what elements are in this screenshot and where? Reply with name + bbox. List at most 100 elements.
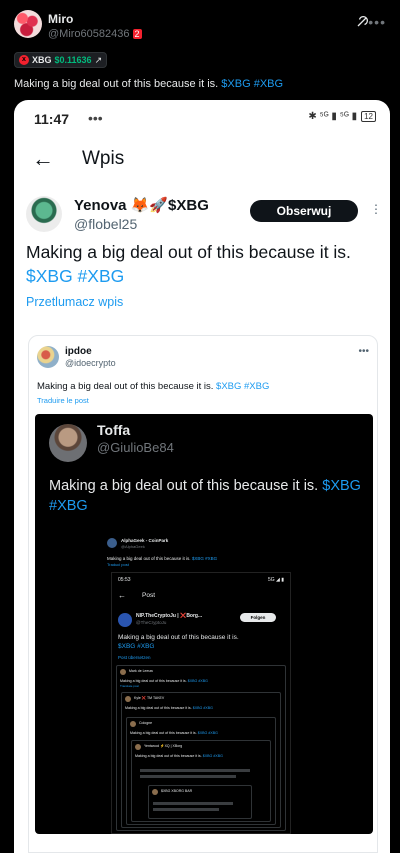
nested-avatar xyxy=(49,424,87,462)
avatar xyxy=(125,696,131,702)
token-icon: x xyxy=(19,55,29,65)
text-line-placeholder xyxy=(140,775,236,778)
quote-text-body: Making a big deal out of this because it… xyxy=(37,381,214,392)
avatar xyxy=(152,789,158,795)
quote-card: Kyle ❌ TM TAKEV Making a big deal out of… xyxy=(121,692,281,828)
author-name: Kyle ❌ TM TAKEV xyxy=(134,696,165,700)
nested-image: Toffa @GiulioBe84 Making a big deal out … xyxy=(35,414,373,834)
quote-card: $XBG XBORG BAR xyxy=(148,785,252,819)
grok-icon[interactable] xyxy=(356,16,368,28)
quote-text: Making a big deal out of this because it… xyxy=(37,381,269,392)
status-bar: 11:47 ••• ✱ ⁵ᴳ ▮ ⁵ᴳ ▮ 12 xyxy=(14,100,390,134)
quote-avatar xyxy=(37,346,59,368)
more-options-icon[interactable]: ••• xyxy=(368,14,386,30)
follow-button: Folgen xyxy=(240,613,276,622)
author-handle[interactable]: @Miro60582436 2 xyxy=(48,28,142,40)
page-title: Wpis xyxy=(82,148,125,169)
status-dots: ••• xyxy=(88,110,103,126)
nested-author-name: Toffa xyxy=(97,422,131,438)
status-icons: 5G ◢ ▮ xyxy=(267,577,284,583)
battery-icon: 12 xyxy=(361,111,376,122)
translate-link: Przetlumacz wpis xyxy=(26,295,124,309)
post-text: Making a big deal out of this because it… xyxy=(125,706,213,710)
signal-icons: ✱ ⁵ᴳ ▮ ⁵ᴳ ▮ xyxy=(308,111,358,122)
post-text: Making a big deal out of this because it… xyxy=(118,633,288,651)
ticker-symbol: XBG xyxy=(32,55,52,65)
post-text-body: Making a big deal out of this because it… xyxy=(120,679,187,683)
quote-author-handle: @idoecrypto xyxy=(65,358,116,368)
author-name: NIP.TheCryptoJu | ❌Borg... xyxy=(136,613,203,619)
tweet-text-body: Making a big deal out of this because it… xyxy=(14,78,219,90)
status-time: 05:53 xyxy=(118,577,131,583)
hashtag-link: $XBG #XBG xyxy=(26,266,125,286)
author-name: $XBG XBORG BAR xyxy=(161,789,193,793)
status-time: 11:47 xyxy=(34,111,70,127)
quote-card: ipdoe @idoecrypto ••• Making a big deal … xyxy=(28,335,378,853)
post-text-body: Making a big deal out of this because it… xyxy=(118,634,239,641)
text-line-placeholder xyxy=(153,808,219,811)
author-handle: @flobel25 xyxy=(74,216,138,232)
text-line-placeholder xyxy=(140,769,250,772)
post-text: Making a big deal out of this because it… xyxy=(135,754,223,758)
author-handle: @TheCryptoJu xyxy=(136,620,167,625)
handle-badge: 2 xyxy=(132,29,142,39)
nested-text-body: Making a big deal out of this because it… xyxy=(49,478,319,494)
hashtag-link[interactable]: $XBG #XBG xyxy=(221,78,283,90)
hashtag-link: $XBG #XBG xyxy=(202,754,223,758)
author-name: Mark de Leeuw xyxy=(129,669,153,673)
post-header: ← Wpis xyxy=(14,140,390,180)
author-name[interactable]: Miro xyxy=(48,12,73,26)
post-text-body: Making a big deal out of this because it… xyxy=(26,242,351,262)
hashtag-link: $XBG #XBG xyxy=(197,731,218,735)
hashtag-link: $XBG #XBG xyxy=(192,706,213,710)
post-text-body: Making a big deal out of this because it… xyxy=(130,731,197,735)
author-name: Cologne xyxy=(139,721,153,725)
avatar xyxy=(107,538,117,548)
post-text-body: Making a big deal out of this because it… xyxy=(107,556,191,561)
tweet-text: Making a big deal out of this because it… xyxy=(14,78,283,90)
quote-author-name: ipdoe xyxy=(65,346,92,357)
quote-card: Yentwood ⚡XQ | XBorg Making a big deal o… xyxy=(131,740,271,822)
hashtag-link: $XBG #XBG xyxy=(187,679,208,683)
author-name: AlphaGeek - CoinPark xyxy=(121,538,169,543)
post-text: Making a big deal out of this because it… xyxy=(26,240,376,288)
avatar xyxy=(135,744,141,750)
translate-link: Traduire le post xyxy=(37,396,89,405)
ticker-chip[interactable]: x XBG $0.11636 ↗ xyxy=(14,52,108,68)
tweet-header: Miro @Miro60582436 2 ••• xyxy=(14,10,386,44)
hashtag-link: $XBG #XBG xyxy=(118,643,155,650)
translate-link: Traduci post xyxy=(107,562,129,567)
more-options-icon: ⋮ xyxy=(370,202,382,216)
hashtag-link: $XBG #XBG xyxy=(191,556,218,561)
quote-card: Cologne Making a big deal out of this be… xyxy=(126,717,276,825)
follow-button: Obserwuj xyxy=(250,200,358,222)
arrow-up-right-icon: ↗ xyxy=(94,54,103,65)
status-icons: ✱ ⁵ᴳ ▮ ⁵ᴳ ▮ 12 xyxy=(308,111,376,122)
translate-link: Translate post xyxy=(120,684,139,688)
quote-card: Mark de Leeuw Making a big deal out of t… xyxy=(116,665,286,831)
author-handle: @AlphaGeek xyxy=(121,544,145,549)
post-text: Making a big deal out of this because it… xyxy=(130,731,218,735)
handle-text: @Miro60582436 xyxy=(48,28,130,40)
hashtag-link: $XBG #XBG xyxy=(216,381,270,392)
more-options-icon: ••• xyxy=(358,346,369,357)
back-arrow-icon: ← xyxy=(118,591,126,600)
text-line-placeholder xyxy=(153,802,233,805)
avatar[interactable] xyxy=(14,10,42,38)
avatar xyxy=(130,721,136,727)
avatar xyxy=(120,669,126,675)
post-text-body: Making a big deal out of this because it… xyxy=(125,706,192,710)
post-text: Making a big deal out of this because it… xyxy=(107,556,217,561)
post-text: Making a big deal out of this because it… xyxy=(120,679,208,683)
nested-image-3: 05:53 5G ◢ ▮ ← Post NIP.TheCryptoJu | ❌B… xyxy=(111,572,291,834)
ticker-price: $0.11636 xyxy=(54,55,92,65)
back-arrow-icon: ← xyxy=(32,146,54,171)
attached-image[interactable]: 11:47 ••• ✱ ⁵ᴳ ▮ ⁵ᴳ ▮ 12 ← Wpis Yenova 🦊… xyxy=(14,100,390,853)
author-name: Yenova 🦊🚀$XBG xyxy=(74,197,209,214)
hashtag-link: #XBG xyxy=(49,498,88,514)
post-text-body: Making a big deal out of this because it… xyxy=(135,754,202,758)
author-avatar xyxy=(26,196,62,232)
translate-link: Post übersetzen xyxy=(118,655,151,660)
nested-text: Making a big deal out of this because it… xyxy=(49,476,369,516)
nested-author-handle: @GiulioBe84 xyxy=(97,440,174,455)
